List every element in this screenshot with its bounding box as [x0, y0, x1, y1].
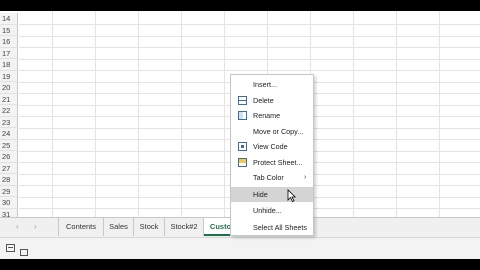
row-header[interactable]: 20 [0, 82, 18, 94]
letterbox-bottom [0, 259, 480, 270]
gridline [19, 47, 480, 48]
gridline [19, 58, 480, 60]
sheet-tab-stock2[interactable]: Stock#2 [165, 218, 204, 236]
row-header[interactable]: 14 [0, 13, 18, 25]
submenu-chevron-icon: › [304, 174, 307, 181]
menu-item-unhide[interactable]: Unhide... [231, 203, 313, 218]
row-header[interactable]: 29 [0, 185, 18, 197]
menu-item-rename[interactable]: Rename [231, 108, 313, 123]
gridline [224, 11, 225, 217]
menu-item-label: Hide [253, 190, 268, 199]
gridline [396, 11, 397, 217]
row-header[interactable]: 16 [0, 36, 18, 48]
row-header[interactable]: 24 [0, 128, 18, 140]
row-header[interactable]: 25 [0, 139, 18, 151]
menu-item-label: View Code [253, 142, 288, 151]
row-header[interactable]: 19 [0, 70, 18, 82]
sheet-context-menu: Insert... Delete Rename Move or Copy... … [230, 74, 314, 236]
macro-record-icon[interactable] [6, 244, 15, 252]
sheet-tab-sales[interactable]: Sales [104, 218, 134, 236]
gridline [95, 11, 96, 217]
gridline [138, 11, 139, 217]
rename-sheet-icon [238, 111, 247, 120]
row-header[interactable]: 30 [0, 197, 18, 209]
menu-item-move-copy[interactable]: Move or Copy... [231, 124, 313, 139]
protect-sheet-icon [238, 157, 247, 167]
menu-item-label: Move or Copy... [253, 126, 304, 136]
scroll-tabs-left-icon[interactable]: ‹ [16, 222, 19, 231]
excel-window: 14 15 16 17 18 19 20 21 22 23 24 25 26 2… [0, 11, 480, 259]
menu-item-insert[interactable]: Insert... [231, 77, 313, 92]
view-code-icon [238, 142, 247, 151]
row-header[interactable]: 18 [0, 59, 18, 71]
menu-item-delete[interactable]: Delete [231, 93, 313, 108]
menu-item-label: Unhide... [253, 206, 282, 215]
sheet-tab-contents[interactable]: Contents [58, 218, 104, 236]
menu-item-view-code[interactable]: View Code [231, 139, 313, 154]
row-header[interactable]: 21 [0, 93, 18, 105]
mouse-pointer-icon [287, 189, 296, 202]
row-header[interactable]: 28 [0, 174, 18, 186]
menu-item-select-all-sheets[interactable]: Select All Sheets [231, 220, 313, 235]
menu-item-label: Protect Sheet... [253, 157, 303, 167]
row-header[interactable]: 27 [0, 162, 18, 174]
menu-item-label: Select All Sheets [253, 223, 307, 232]
menu-item-label: Rename [253, 111, 281, 120]
menu-item-label: Delete [253, 95, 274, 105]
page-layout-icon[interactable] [20, 249, 28, 256]
gridline [181, 11, 182, 217]
row-header[interactable]: 15 [0, 24, 18, 36]
gridline [19, 24, 480, 25]
scroll-tabs-right-icon[interactable]: › [34, 222, 37, 231]
menu-item-label: Tab Color [253, 173, 284, 182]
status-bar [0, 237, 480, 259]
sheet-tab-stock[interactable]: Stock [134, 218, 165, 236]
delete-sheet-icon [238, 95, 247, 105]
menu-item-hide[interactable]: Hide [231, 187, 313, 202]
menu-item-protect-sheet[interactable]: Protect Sheet... [231, 155, 313, 170]
row-header[interactable]: 17 [0, 47, 18, 59]
menu-item-label: Insert... [253, 80, 277, 89]
row-header[interactable]: 26 [0, 151, 18, 163]
row-header[interactable]: 22 [0, 105, 18, 117]
gridline [439, 11, 440, 217]
menu-item-tab-color[interactable]: Tab Color › [231, 170, 313, 185]
gridline [19, 35, 480, 37]
gridline [353, 11, 354, 217]
gridline [52, 11, 53, 217]
gridline [19, 70, 480, 71]
row-header[interactable]: 23 [0, 116, 18, 128]
